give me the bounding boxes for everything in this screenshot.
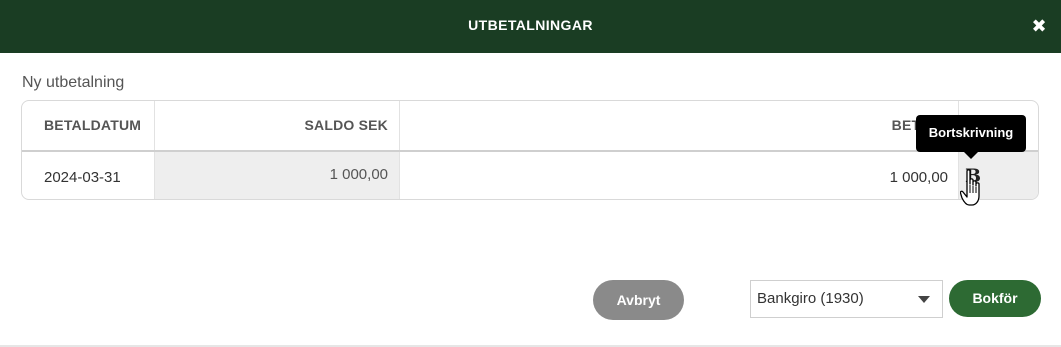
write-off-tooltip: Bortskrivning (916, 115, 1026, 152)
account-select[interactable]: Bankgiro (1930) (750, 280, 943, 318)
book-button[interactable]: Bokför (949, 280, 1041, 317)
cancel-button[interactable]: Avbryt (593, 280, 684, 320)
payments-table: BETALDATUM SALDO SEK BETALT 2024-03-31 1… (21, 100, 1039, 200)
table-row: 2024-03-31 1 000,00 1 000,00 B (22, 152, 1038, 199)
modal-header: UTBETALNINGAR ✖ (0, 0, 1061, 53)
section-subtitle: Ny utbetalning (22, 74, 125, 91)
column-header-date: BETALDATUM (22, 101, 155, 150)
account-select-value: Bankgiro (1930) (757, 290, 864, 307)
table-header-row: BETALDATUM SALDO SEK BETALT (22, 101, 1038, 152)
column-header-balance: SALDO SEK (155, 101, 400, 150)
tooltip-arrow (963, 151, 979, 159)
cell-date: 2024-03-31 (22, 152, 155, 199)
payments-modal: UTBETALNINGAR ✖ Ny utbetalning BETALDATU… (0, 0, 1061, 347)
hand-pointer-icon (960, 169, 980, 206)
cell-balance: 1 000,00 (155, 152, 400, 199)
modal-title: UTBETALNINGAR (468, 17, 593, 33)
chevron-down-icon (918, 296, 930, 303)
column-header-paid: BETALT (400, 101, 959, 150)
cell-paid-amount[interactable]: 1 000,00 (400, 152, 959, 199)
close-icon[interactable]: ✖ (1029, 15, 1049, 37)
